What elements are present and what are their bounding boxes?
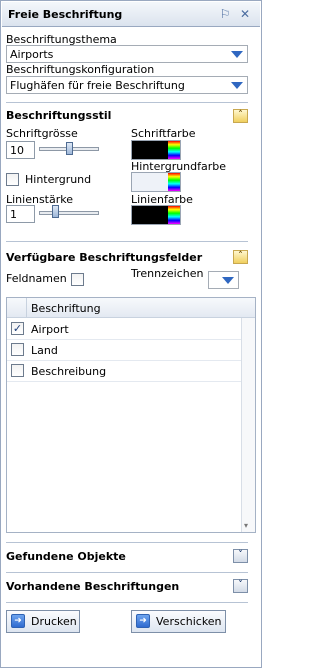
background-checkbox[interactable]	[6, 173, 19, 186]
chevron-down-icon	[231, 82, 243, 89]
grid-header: Beschriftung	[7, 298, 255, 318]
panel-titlebar: Freie Beschriftung ⚐ ✕	[2, 2, 260, 27]
font-size-slider-thumb[interactable]	[65, 142, 73, 155]
background-color-swatch	[132, 173, 168, 191]
row-checkbox[interactable]: ✓	[11, 322, 24, 335]
divider	[6, 241, 248, 242]
config-label: Beschriftungskonfiguration	[6, 63, 155, 76]
pin-icon[interactable]: ⚐	[218, 7, 232, 21]
label-fields-grid: Beschriftung ✓ Airport Land Beschreibung…	[6, 297, 256, 533]
table-row[interactable]: ✓ Airport	[7, 319, 241, 340]
separator-select[interactable]	[208, 271, 239, 289]
table-row[interactable]: Beschreibung	[7, 361, 241, 382]
divider	[6, 602, 248, 603]
collapse-icon[interactable]: ˄	[233, 250, 248, 264]
existing-labels-title: Vorhandene Beschriftungen	[6, 580, 180, 593]
grid-scrollbar[interactable]: ▾	[241, 318, 255, 532]
arrow-right-icon: ➜	[11, 614, 25, 628]
fields-section-title: Verfügbare Beschriftungsfelder	[6, 251, 203, 264]
theme-select[interactable]: Airports	[6, 45, 248, 63]
style-section-title: Beschriftungsstil	[6, 109, 112, 122]
close-icon[interactable]: ✕	[238, 7, 252, 21]
row-label: Beschreibung	[31, 365, 107, 378]
line-color-swatch	[132, 206, 168, 224]
line-width-input[interactable]: 1	[6, 205, 35, 223]
background-color-picker[interactable]	[131, 172, 181, 192]
palette-icon	[168, 173, 180, 191]
free-labeling-panel: Freie Beschriftung ⚐ ✕ Beschriftungsthem…	[0, 0, 262, 668]
background-label: Hintergrund	[25, 173, 92, 186]
chevron-down-icon	[231, 51, 243, 58]
row-checkbox[interactable]	[11, 343, 24, 356]
send-button-label: Verschicken	[156, 615, 222, 628]
print-button-label: Drucken	[31, 615, 77, 628]
chevron-down-icon	[222, 277, 234, 284]
palette-icon	[168, 141, 180, 159]
scroll-down-icon[interactable]: ▾	[244, 521, 248, 530]
expand-icon[interactable]: ˅	[233, 579, 248, 593]
collapse-icon[interactable]: ˄	[233, 109, 248, 123]
row-checkbox[interactable]	[11, 364, 24, 377]
row-label: Airport	[31, 323, 69, 336]
column-header-label: Beschriftung	[26, 298, 101, 318]
line-color-picker[interactable]	[131, 205, 181, 225]
found-objects-title: Gefundene Objekte	[6, 550, 126, 563]
font-color-picker[interactable]	[131, 140, 181, 160]
row-label: Land	[31, 344, 58, 357]
separator-label: Trennzeichen	[131, 267, 204, 280]
print-button[interactable]: ➜ Drucken	[6, 610, 80, 633]
send-button[interactable]: ➜ Verschicken	[131, 610, 226, 633]
table-row[interactable]: Land	[7, 340, 241, 361]
font-color-label: Schriftfarbe	[131, 127, 196, 140]
divider	[6, 102, 248, 103]
line-width-slider[interactable]	[39, 211, 99, 215]
divider	[6, 542, 248, 543]
divider	[6, 572, 248, 573]
theme-select-value: Airports	[10, 48, 54, 61]
config-select[interactable]: Flughäfen für freie Beschriftung	[6, 76, 248, 94]
font-size-input[interactable]: 10	[6, 141, 35, 159]
fieldnames-label: Feldnamen	[6, 272, 67, 285]
arrow-right-icon: ➜	[136, 614, 150, 628]
line-width-slider-thumb[interactable]	[52, 205, 60, 218]
palette-icon	[168, 206, 180, 224]
fieldnames-checkbox[interactable]	[71, 273, 84, 286]
expand-icon[interactable]: ˅	[233, 549, 248, 563]
config-select-value: Flughäfen für freie Beschriftung	[10, 79, 185, 92]
panel-title: Freie Beschriftung	[8, 8, 123, 21]
font-color-swatch	[132, 141, 168, 159]
font-size-label: Schriftgrösse	[6, 127, 78, 140]
